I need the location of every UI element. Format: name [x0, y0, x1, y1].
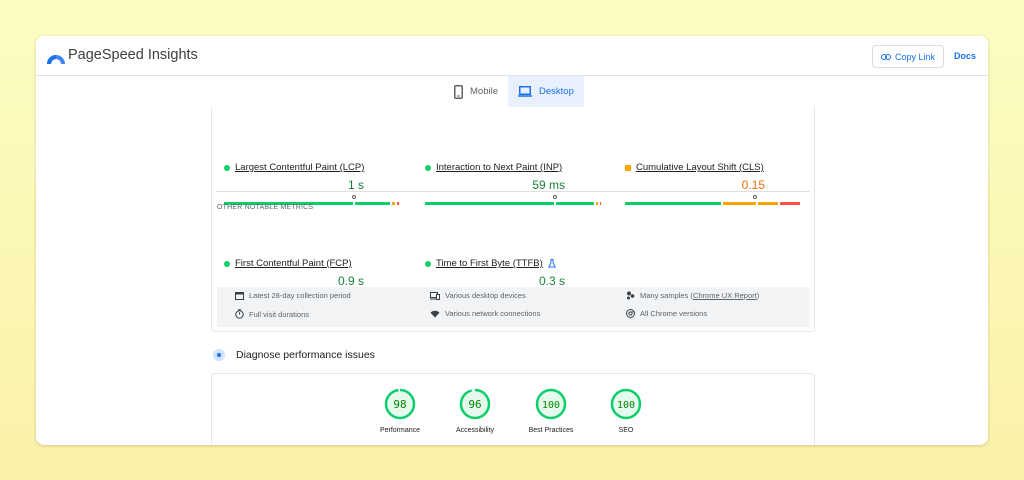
docs-link[interactable]: Docs: [954, 51, 976, 61]
metric-cls-link[interactable]: Cumulative Layout Shift (CLS): [636, 162, 764, 173]
score-label-best-practices: Best Practices: [528, 427, 574, 434]
browser-window: PageSpeed Insights Copy Link Docs Mobile…: [36, 36, 988, 445]
svg-text:100: 100: [542, 400, 560, 411]
score-gauge-icon: 100: [535, 388, 567, 420]
chrome-icon: [626, 309, 635, 318]
tab-mobile-label: Mobile: [470, 86, 498, 97]
collection-period-text: Latest 28-day collection period: [249, 291, 351, 300]
good-status-icon: [224, 260, 230, 267]
metric-lcp-value: 1 s: [347, 178, 364, 192]
score-label-accessibility: Accessibility: [455, 427, 495, 434]
metric-inp-distribution-bar: [425, 195, 601, 205]
devices-icon: [430, 291, 440, 300]
app-header: PageSpeed Insights Copy Link Docs: [36, 36, 988, 76]
samples-suffix: ): [756, 291, 760, 300]
average-status-icon: [625, 164, 631, 171]
metric-lcp: Largest Contentful Paint (LCP) 1 s: [224, 162, 400, 205]
flask-icon[interactable]: [547, 259, 556, 268]
percentile-marker-icon: [753, 195, 757, 199]
svg-text:96: 96: [468, 398, 481, 411]
good-status-icon: [224, 164, 230, 171]
collection-info-box: Latest 28-day collection period Various …: [217, 287, 809, 327]
metric-ttfb-link[interactable]: Time to First Byte (TTFB): [436, 258, 543, 269]
samples-icon: [627, 291, 635, 300]
field-data-card: Largest Contentful Paint (LCP) 1 s Inter…: [211, 107, 815, 332]
pagespeed-logo-icon: [47, 55, 65, 65]
device-tabs: Mobile Desktop: [444, 76, 584, 107]
percentile-marker-icon: [352, 195, 356, 199]
metric-fcp-value: 0.9 s: [337, 274, 364, 288]
visit-durations-text: Full visit durations: [249, 309, 310, 319]
score-gauge-performance[interactable]: 98 Performance: [370, 388, 430, 434]
calendar-icon: [235, 292, 244, 300]
samples-text: Many samples (: [640, 291, 693, 300]
devices-text: Various desktop devices: [445, 291, 526, 300]
tab-desktop-label: Desktop: [539, 86, 574, 97]
metric-inp-value: 59 ms: [532, 178, 565, 192]
diagnose-heading: Diagnose performance issues: [236, 349, 375, 361]
svg-text:100: 100: [617, 400, 635, 411]
other-metrics-label: OTHER NOTABLE METRICS: [217, 204, 314, 211]
diagnose-icon: [213, 349, 225, 361]
score-gauge-seo[interactable]: 100 SEO: [596, 388, 656, 434]
lab-scores-card: 98 Performance 96 Accessibility 100 Best…: [211, 373, 815, 445]
svg-text:98: 98: [393, 398, 406, 411]
network-text: Various network connections: [445, 309, 541, 318]
score-gauge-accessibility[interactable]: 96 Accessibility: [445, 388, 505, 434]
phone-icon: [454, 84, 463, 99]
metric-cls-value: 0.15: [741, 178, 765, 192]
metric-cls-distribution-bar: [625, 195, 801, 205]
tab-mobile[interactable]: Mobile: [444, 76, 508, 107]
score-gauge-icon: 100: [610, 388, 642, 420]
metric-inp-link[interactable]: Interaction to Next Paint (INP): [436, 162, 562, 173]
score-gauge-icon: 98: [384, 388, 416, 420]
copy-link-label: Copy Link: [894, 51, 936, 62]
score-gauge-best-practices[interactable]: 100 Best Practices: [521, 388, 581, 434]
metric-lcp-link[interactable]: Largest Contentful Paint (LCP): [235, 162, 364, 173]
copy-link-button[interactable]: Copy Link: [872, 45, 944, 68]
good-status-icon: [425, 260, 431, 267]
metric-ttfb-value: 0.3 s: [538, 274, 565, 288]
percentile-marker-icon: [553, 195, 557, 199]
metric-cls: Cumulative Layout Shift (CLS) 0.15: [625, 162, 801, 205]
metric-inp: Interaction to Next Paint (INP) 59 ms: [425, 162, 601, 205]
wifi-icon: [430, 310, 440, 317]
score-label-performance: Performance: [379, 427, 421, 434]
chrome-ux-report-link[interactable]: Chrome UX Report: [693, 291, 757, 300]
good-status-icon: [425, 164, 431, 171]
chrome-versions-text: All Chrome versions: [640, 309, 708, 318]
score-label-seo: SEO: [618, 427, 634, 434]
score-gauge-icon: 96: [459, 388, 491, 420]
app-title: PageSpeed Insights: [68, 47, 198, 63]
link-icon: [880, 53, 891, 60]
laptop-icon: [518, 86, 532, 97]
tab-desktop[interactable]: Desktop: [508, 76, 584, 107]
section-divider: [216, 191, 810, 192]
timer-icon: [235, 309, 244, 319]
metric-fcp-link[interactable]: First Contentful Paint (FCP): [235, 258, 352, 269]
